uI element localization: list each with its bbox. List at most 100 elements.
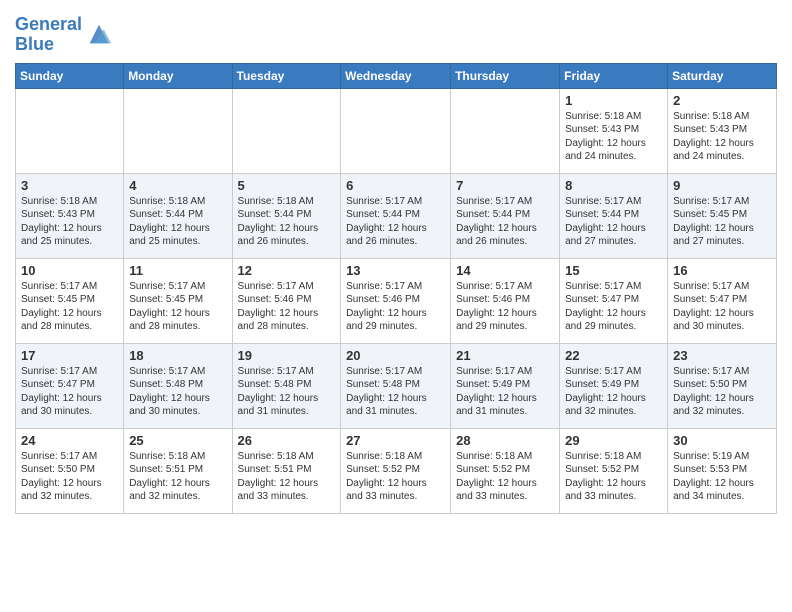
day-number: 10 <box>21 263 118 278</box>
day-cell: 8 Sunrise: 5:17 AM Sunset: 5:44 PM Daylig… <box>560 173 668 258</box>
day-info: Sunrise: 5:17 AM Sunset: 5:47 PM Dayligh… <box>21 365 118 419</box>
logo-blue: Blue <box>15 34 54 54</box>
day-number: 25 <box>129 433 226 448</box>
col-header-thursday: Thursday <box>451 63 560 88</box>
day-cell: 28 Sunrise: 5:18 AM Sunset: 5:52 PM Dayli… <box>451 428 560 513</box>
col-header-friday: Friday <box>560 63 668 88</box>
logo-icon <box>85 20 113 48</box>
day-number: 30 <box>673 433 771 448</box>
col-header-wednesday: Wednesday <box>341 63 451 88</box>
day-info: Sunrise: 5:19 AM Sunset: 5:53 PM Dayligh… <box>673 450 771 504</box>
page: General Blue SundayMondayTuesdayWednesda… <box>0 0 792 529</box>
day-number: 18 <box>129 348 226 363</box>
day-cell: 11 Sunrise: 5:17 AM Sunset: 5:45 PM Dayli… <box>124 258 232 343</box>
day-cell: 22 Sunrise: 5:17 AM Sunset: 5:49 PM Dayli… <box>560 343 668 428</box>
day-cell <box>341 88 451 173</box>
day-cell <box>124 88 232 173</box>
day-number: 23 <box>673 348 771 363</box>
day-number: 17 <box>21 348 118 363</box>
day-info: Sunrise: 5:17 AM Sunset: 5:49 PM Dayligh… <box>565 365 662 419</box>
day-number: 14 <box>456 263 554 278</box>
day-cell: 29 Sunrise: 5:18 AM Sunset: 5:52 PM Dayli… <box>560 428 668 513</box>
col-header-saturday: Saturday <box>668 63 777 88</box>
day-info: Sunrise: 5:18 AM Sunset: 5:43 PM Dayligh… <box>21 195 118 249</box>
day-cell <box>451 88 560 173</box>
day-cell: 23Sunrise: 5:17 AM Sunset: 5:50 PM Dayli… <box>668 343 777 428</box>
day-cell: 10 Sunrise: 5:17 AM Sunset: 5:45 PM Dayli… <box>16 258 124 343</box>
day-info: Sunrise: 5:17 AM Sunset: 5:44 PM Dayligh… <box>565 195 662 249</box>
day-cell: 27Sunrise: 5:18 AM Sunset: 5:52 PM Dayli… <box>341 428 451 513</box>
day-info: Sunrise: 5:18 AM Sunset: 5:43 PM Dayligh… <box>673 110 771 164</box>
day-info: Sunrise: 5:18 AM Sunset: 5:51 PM Dayligh… <box>238 450 336 504</box>
day-info: Sunrise: 5:17 AM Sunset: 5:45 PM Dayligh… <box>21 280 118 334</box>
day-cell: 21Sunrise: 5:17 AM Sunset: 5:49 PM Dayli… <box>451 343 560 428</box>
day-cell: 19Sunrise: 5:17 AM Sunset: 5:48 PM Dayli… <box>232 343 341 428</box>
day-number: 29 <box>565 433 662 448</box>
day-info: Sunrise: 5:17 AM Sunset: 5:48 PM Dayligh… <box>238 365 336 419</box>
day-number: 8 <box>565 178 662 193</box>
day-number: 28 <box>456 433 554 448</box>
day-cell: 30 Sunrise: 5:19 AM Sunset: 5:53 PM Dayli… <box>668 428 777 513</box>
day-cell: 5 Sunrise: 5:18 AM Sunset: 5:44 PM Daylig… <box>232 173 341 258</box>
logo: General Blue <box>15 15 113 55</box>
day-number: 12 <box>238 263 336 278</box>
day-number: 13 <box>346 263 445 278</box>
day-cell: 1Sunrise: 5:18 AM Sunset: 5:43 PM Daylig… <box>560 88 668 173</box>
day-info: Sunrise: 5:17 AM Sunset: 5:44 PM Dayligh… <box>346 195 445 249</box>
day-number: 26 <box>238 433 336 448</box>
week-row-2: 3 Sunrise: 5:18 AM Sunset: 5:43 PM Daylig… <box>16 173 777 258</box>
day-info: Sunrise: 5:17 AM Sunset: 5:47 PM Dayligh… <box>565 280 662 334</box>
day-cell: 6Sunrise: 5:17 AM Sunset: 5:44 PM Daylig… <box>341 173 451 258</box>
day-number: 3 <box>21 178 118 193</box>
day-info: Sunrise: 5:17 AM Sunset: 5:46 PM Dayligh… <box>238 280 336 334</box>
col-header-monday: Monday <box>124 63 232 88</box>
day-cell <box>232 88 341 173</box>
day-number: 4 <box>129 178 226 193</box>
day-number: 2 <box>673 93 771 108</box>
day-number: 21 <box>456 348 554 363</box>
week-row-3: 10 Sunrise: 5:17 AM Sunset: 5:45 PM Dayli… <box>16 258 777 343</box>
day-cell: 3 Sunrise: 5:18 AM Sunset: 5:43 PM Daylig… <box>16 173 124 258</box>
day-info: Sunrise: 5:17 AM Sunset: 5:45 PM Dayligh… <box>129 280 226 334</box>
day-cell: 12 Sunrise: 5:17 AM Sunset: 5:46 PM Dayli… <box>232 258 341 343</box>
day-number: 15 <box>565 263 662 278</box>
week-row-5: 24Sunrise: 5:17 AM Sunset: 5:50 PM Dayli… <box>16 428 777 513</box>
day-number: 1 <box>565 93 662 108</box>
day-info: Sunrise: 5:17 AM Sunset: 5:48 PM Dayligh… <box>129 365 226 419</box>
col-header-tuesday: Tuesday <box>232 63 341 88</box>
logo-text: General Blue <box>15 15 82 55</box>
day-cell: 7Sunrise: 5:17 AM Sunset: 5:44 PM Daylig… <box>451 173 560 258</box>
day-cell: 17 Sunrise: 5:17 AM Sunset: 5:47 PM Dayli… <box>16 343 124 428</box>
day-info: Sunrise: 5:18 AM Sunset: 5:52 PM Dayligh… <box>346 450 445 504</box>
col-header-sunday: Sunday <box>16 63 124 88</box>
calendar-table: SundayMondayTuesdayWednesdayThursdayFrid… <box>15 63 777 514</box>
day-info: Sunrise: 5:18 AM Sunset: 5:52 PM Dayligh… <box>565 450 662 504</box>
day-cell: 13Sunrise: 5:17 AM Sunset: 5:46 PM Dayli… <box>341 258 451 343</box>
day-cell: 16Sunrise: 5:17 AM Sunset: 5:47 PM Dayli… <box>668 258 777 343</box>
day-number: 7 <box>456 178 554 193</box>
day-cell: 26 Sunrise: 5:18 AM Sunset: 5:51 PM Dayli… <box>232 428 341 513</box>
day-number: 24 <box>21 433 118 448</box>
day-cell: 9 Sunrise: 5:17 AM Sunset: 5:45 PM Daylig… <box>668 173 777 258</box>
day-info: Sunrise: 5:17 AM Sunset: 5:46 PM Dayligh… <box>456 280 554 334</box>
day-cell: 2 Sunrise: 5:18 AM Sunset: 5:43 PM Daylig… <box>668 88 777 173</box>
calendar-header-row: SundayMondayTuesdayWednesdayThursdayFrid… <box>16 63 777 88</box>
day-cell: 4 Sunrise: 5:18 AM Sunset: 5:44 PM Daylig… <box>124 173 232 258</box>
day-number: 20 <box>346 348 445 363</box>
day-cell <box>16 88 124 173</box>
day-info: Sunrise: 5:17 AM Sunset: 5:45 PM Dayligh… <box>673 195 771 249</box>
logo-general: General <box>15 14 82 34</box>
day-cell: 15 Sunrise: 5:17 AM Sunset: 5:47 PM Dayli… <box>560 258 668 343</box>
day-number: 11 <box>129 263 226 278</box>
day-cell: 24Sunrise: 5:17 AM Sunset: 5:50 PM Dayli… <box>16 428 124 513</box>
day-number: 9 <box>673 178 771 193</box>
day-info: Sunrise: 5:18 AM Sunset: 5:44 PM Dayligh… <box>238 195 336 249</box>
week-row-4: 17 Sunrise: 5:17 AM Sunset: 5:47 PM Dayli… <box>16 343 777 428</box>
day-info: Sunrise: 5:18 AM Sunset: 5:44 PM Dayligh… <box>129 195 226 249</box>
day-number: 5 <box>238 178 336 193</box>
day-cell: 20 Sunrise: 5:17 AM Sunset: 5:48 PM Dayli… <box>341 343 451 428</box>
day-info: Sunrise: 5:18 AM Sunset: 5:51 PM Dayligh… <box>129 450 226 504</box>
day-number: 22 <box>565 348 662 363</box>
day-info: Sunrise: 5:17 AM Sunset: 5:48 PM Dayligh… <box>346 365 445 419</box>
day-info: Sunrise: 5:18 AM Sunset: 5:52 PM Dayligh… <box>456 450 554 504</box>
